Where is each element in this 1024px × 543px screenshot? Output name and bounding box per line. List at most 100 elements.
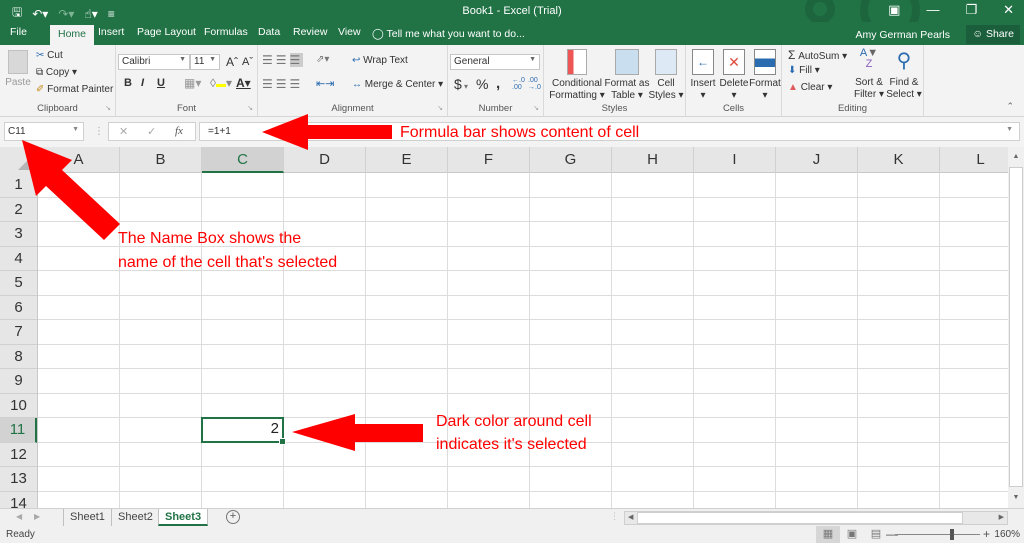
- next-sheet-icon[interactable]: ▶: [34, 512, 40, 521]
- row-header-6[interactable]: 6: [0, 296, 37, 320]
- close-icon[interactable]: ✕: [1003, 2, 1014, 18]
- zoom-in-icon[interactable]: +: [983, 527, 990, 541]
- row-header-4[interactable]: 4: [0, 247, 37, 271]
- column-header-c[interactable]: C: [202, 147, 284, 173]
- name-box[interactable]: C11 ▼: [4, 122, 84, 141]
- orientation-icon[interactable]: ⇗▾: [316, 54, 329, 65]
- column-header-b[interactable]: B: [120, 147, 202, 173]
- borders-icon[interactable]: ▦▾: [184, 76, 201, 90]
- column-header-k[interactable]: K: [858, 147, 940, 173]
- number-format-select[interactable]: General ▼: [450, 54, 540, 70]
- format-painter-button[interactable]: ✐ Format Painter: [36, 84, 113, 95]
- column-header-d[interactable]: D: [284, 147, 366, 173]
- vertical-scrollbar[interactable]: ▲ ▼: [1008, 147, 1024, 508]
- horizontal-scroll-thumb[interactable]: [637, 512, 963, 524]
- merge-center-button[interactable]: ↔ Merge & Center ▾: [352, 79, 443, 90]
- decrease-font-icon[interactable]: Aˇ: [242, 56, 253, 68]
- normal-view-icon[interactable]: ▦: [816, 526, 840, 543]
- fill-color-icon[interactable]: ◊ ▾: [210, 76, 232, 90]
- bold-button[interactable]: B: [124, 77, 132, 89]
- paste-button[interactable]: Paste: [4, 50, 32, 89]
- column-header-l[interactable]: L: [940, 147, 1008, 173]
- italic-button[interactable]: I: [141, 77, 144, 89]
- restore-icon[interactable]: ❐: [965, 2, 977, 18]
- sheet-tab-3[interactable]: Sheet3: [158, 509, 209, 526]
- vertical-scroll-thumb[interactable]: [1009, 167, 1023, 487]
- horizontal-scrollbar[interactable]: ◀ ▶: [624, 511, 1008, 525]
- font-color-icon[interactable]: A▾: [236, 76, 251, 90]
- page-break-view-icon[interactable]: ▤: [864, 526, 888, 543]
- add-sheet-icon[interactable]: +: [226, 510, 240, 524]
- scroll-left-icon[interactable]: ◀: [628, 512, 633, 524]
- column-header-a[interactable]: A: [38, 147, 120, 173]
- insert-cells-button[interactable]: ← Insert ▾: [688, 49, 718, 102]
- tab-insert[interactable]: Insert: [98, 26, 124, 38]
- row-header-7[interactable]: 7: [0, 320, 37, 345]
- wrap-text-button[interactable]: ↩ Wrap Text: [352, 55, 408, 66]
- tab-review[interactable]: Review: [293, 26, 327, 38]
- row-header-3[interactable]: 3: [0, 222, 37, 247]
- clear-button[interactable]: ▲ Clear ▾: [788, 82, 832, 93]
- row-header-2[interactable]: 2: [0, 198, 37, 222]
- find-select-button[interactable]: ⚲ Find & Select ▾: [886, 48, 922, 101]
- decrease-decimal-icon[interactable]: .00 →.0: [528, 77, 541, 91]
- increase-decimal-icon[interactable]: ←.0.00: [512, 77, 525, 91]
- percent-button[interactable]: %: [476, 76, 488, 92]
- page-layout-view-icon[interactable]: ▣: [840, 526, 864, 543]
- row-header-10[interactable]: 10: [0, 394, 37, 418]
- formula-bar-splitter[interactable]: ⋮: [94, 126, 104, 137]
- column-header-f[interactable]: F: [448, 147, 530, 173]
- zoom-slider[interactable]: [895, 529, 980, 540]
- row-header-1[interactable]: 1: [0, 173, 37, 198]
- scroll-down-icon[interactable]: ▼: [1008, 490, 1024, 506]
- copy-button[interactable]: ⧉ Copy ▾: [36, 67, 77, 78]
- sheet-tab-2[interactable]: Sheet2: [111, 509, 159, 526]
- row-header-9[interactable]: 9: [0, 369, 37, 394]
- font-size-select[interactable]: 11 ▼: [190, 54, 220, 70]
- tab-file[interactable]: File: [10, 26, 27, 38]
- format-cells-button[interactable]: Format ▾: [749, 49, 781, 102]
- row-header-14[interactable]: 14: [0, 492, 37, 509]
- zoom-slider-knob[interactable]: [950, 529, 954, 540]
- insert-function-icon[interactable]: fx: [175, 125, 183, 137]
- font-name-select[interactable]: Calibri ▼: [118, 54, 190, 70]
- column-header-e[interactable]: E: [366, 147, 448, 173]
- tab-home[interactable]: Home: [50, 25, 95, 45]
- format-as-table-button[interactable]: Format as Table ▾: [604, 49, 650, 102]
- row-header-13[interactable]: 13: [0, 467, 37, 492]
- increase-font-icon[interactable]: Aˆ: [226, 55, 238, 69]
- tab-splitter-handle[interactable]: ⋮: [610, 511, 619, 522]
- row-header-5[interactable]: 5: [0, 271, 37, 296]
- cut-button[interactable]: ✂ Cut: [36, 50, 63, 61]
- currency-button[interactable]: $ ▾: [454, 76, 468, 92]
- tell-me-search[interactable]: ◯ Tell me what you want to do...: [372, 28, 525, 40]
- dialog-launcher-icon[interactable]: ↘: [533, 104, 539, 112]
- selected-cell[interactable]: 2: [201, 417, 286, 444]
- minimize-icon[interactable]: —: [926, 2, 939, 18]
- collapse-ribbon-icon[interactable]: ⌃: [1006, 101, 1014, 112]
- vertical-align-icons[interactable]: ☰☰☰: [262, 53, 304, 67]
- row-header-11[interactable]: 11: [0, 418, 37, 443]
- delete-cells-button[interactable]: ✕ Delete ▾: [718, 49, 750, 102]
- dialog-launcher-icon[interactable]: ↘: [437, 104, 443, 112]
- expand-formula-bar-icon[interactable]: ▼: [1006, 126, 1013, 133]
- horizontal-align-icons[interactable]: ☰☰☰: [262, 77, 303, 91]
- zoom-level[interactable]: 160%: [994, 529, 1020, 540]
- indent-icons[interactable]: ⇤⇥: [316, 77, 334, 90]
- conditional-formatting-button[interactable]: Conditional Formatting ▾: [548, 49, 606, 102]
- dialog-launcher-icon[interactable]: ↘: [105, 104, 111, 112]
- scroll-right-icon[interactable]: ▶: [999, 512, 1004, 524]
- sort-filter-button[interactable]: A▼ Z Sort & Filter ▾: [852, 48, 886, 101]
- comma-button[interactable]: ,: [496, 75, 500, 92]
- column-header-j[interactable]: J: [776, 147, 858, 173]
- column-header-g[interactable]: G: [530, 147, 612, 173]
- ribbon-display-icon[interactable]: ▣: [888, 2, 900, 18]
- enter-icon[interactable]: ✓: [147, 125, 156, 138]
- column-header-h[interactable]: H: [612, 147, 694, 173]
- tab-page-layout[interactable]: Page Layout: [137, 26, 196, 38]
- user-name[interactable]: Amy German Pearls: [855, 29, 950, 41]
- column-header-i[interactable]: I: [694, 147, 776, 173]
- tab-formulas[interactable]: Formulas: [204, 26, 248, 38]
- fill-button[interactable]: ⬇ Fill ▾: [788, 65, 820, 76]
- tab-data[interactable]: Data: [258, 26, 280, 38]
